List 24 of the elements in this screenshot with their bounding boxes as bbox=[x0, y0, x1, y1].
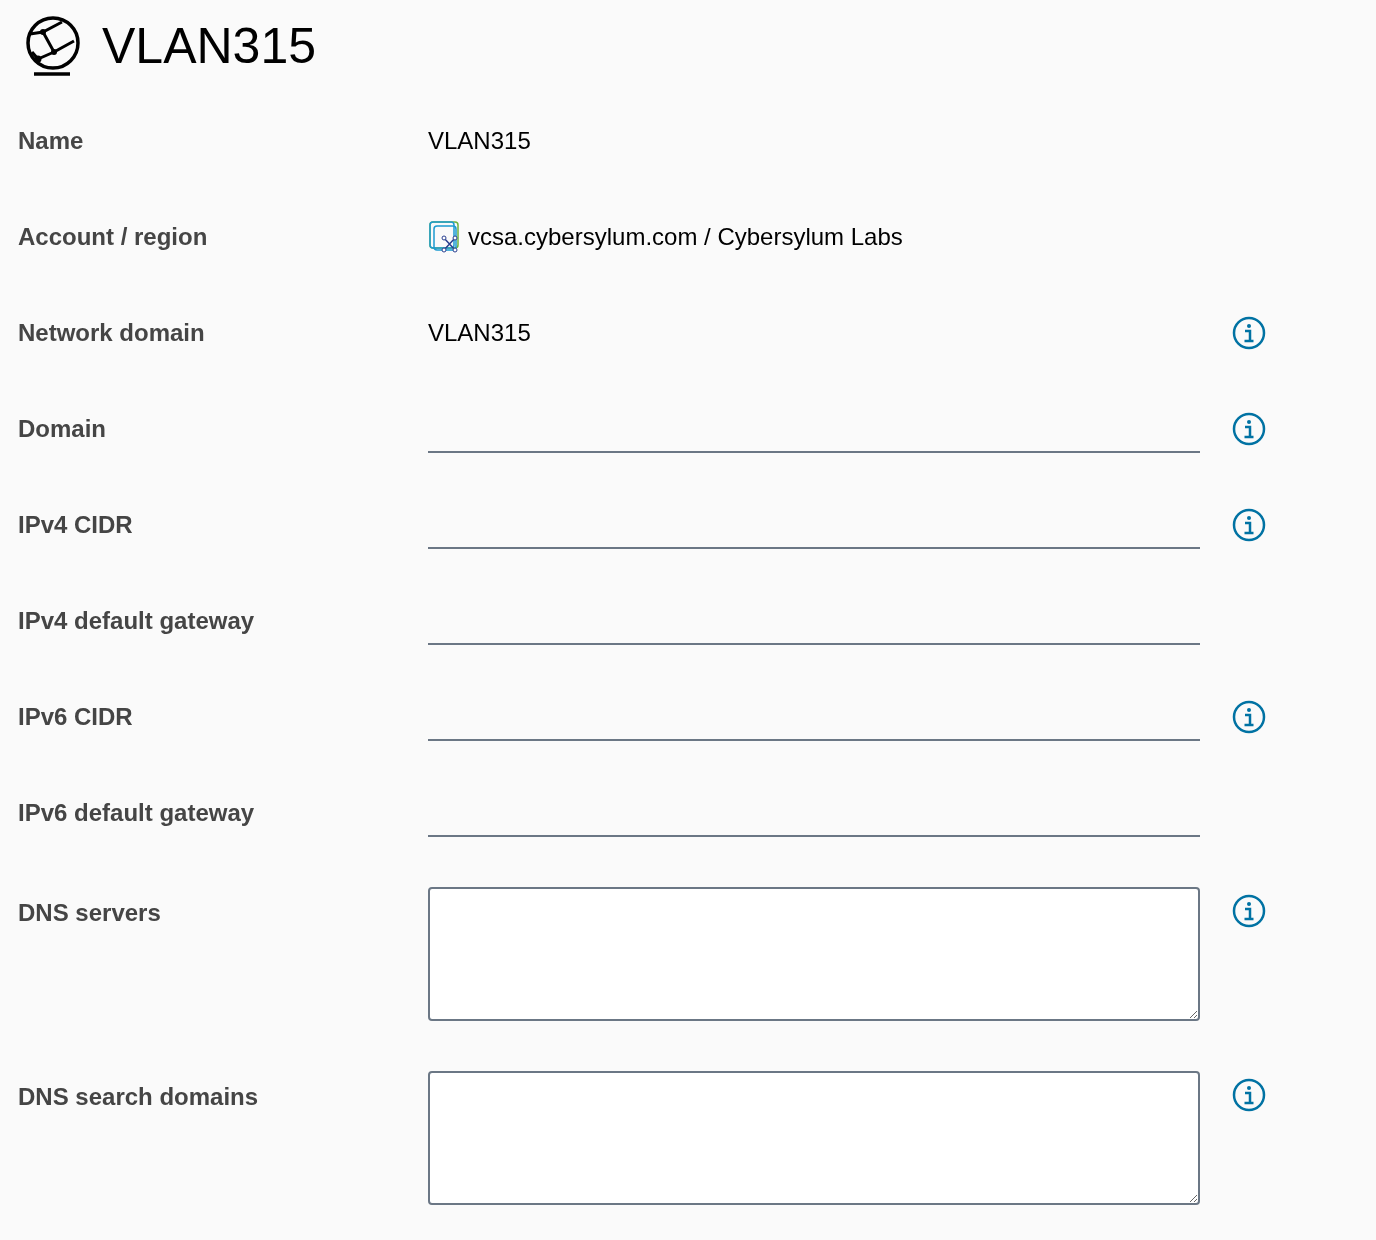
field-label: DNS servers bbox=[18, 898, 162, 928]
info-icon[interactable] bbox=[1232, 316, 1266, 350]
info-icon[interactable] bbox=[1232, 1078, 1266, 1112]
field-label: Network domain bbox=[18, 318, 206, 348]
info-icon[interactable] bbox=[1232, 508, 1266, 542]
field-label: DNS search domains bbox=[18, 1082, 260, 1112]
text-area[interactable] bbox=[428, 1071, 1200, 1205]
field-value: VLAN315 bbox=[428, 319, 531, 346]
info-icon[interactable] bbox=[1232, 412, 1266, 446]
text-area[interactable] bbox=[428, 887, 1200, 1021]
info-icon[interactable] bbox=[1232, 894, 1266, 928]
field-label: Name bbox=[18, 126, 85, 156]
field-label: IPv6 CIDR bbox=[18, 702, 134, 732]
field-label: IPv4 CIDR bbox=[18, 510, 134, 540]
info-icon[interactable] bbox=[1232, 700, 1266, 734]
page-title: VLAN315 bbox=[102, 17, 317, 76]
field-label: IPv6 default gateway bbox=[18, 798, 256, 828]
field-value: VLAN315 bbox=[428, 127, 531, 154]
field-label: Account / region bbox=[18, 222, 209, 252]
field-value: vcsa.cybersylum.com / Cybersylum Labs bbox=[468, 222, 903, 252]
network-globe-icon bbox=[24, 15, 82, 78]
field-label: Domain bbox=[18, 414, 107, 444]
field-label: IPv4 default gateway bbox=[18, 606, 256, 636]
cloud-account-icon bbox=[428, 220, 462, 254]
